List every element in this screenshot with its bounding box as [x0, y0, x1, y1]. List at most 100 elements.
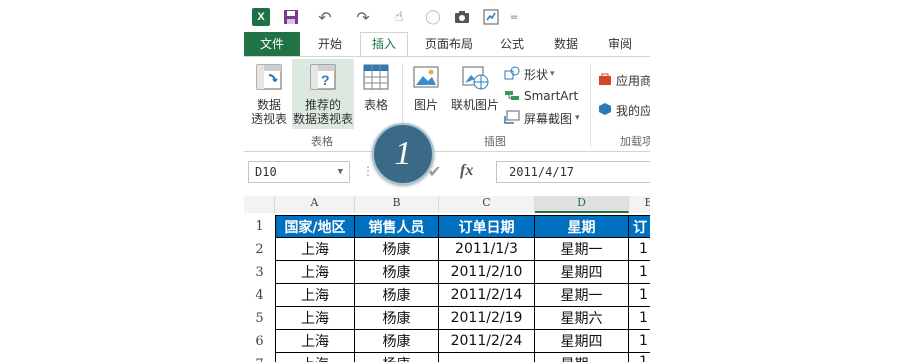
table-cell[interactable]: 星期六: [535, 307, 629, 330]
table-cell[interactable]: 上海: [275, 261, 355, 284]
header-cell-order-date[interactable]: 订单日期: [439, 215, 535, 238]
screenshot-button[interactable]: 屏幕截图 ▾: [504, 109, 580, 127]
table-cell[interactable]: 上海: [275, 284, 355, 307]
redo-icon[interactable]: ↷: [348, 8, 378, 27]
table-cell[interactable]: 星期一: [535, 238, 629, 261]
table-cell[interactable]: 杨康: [355, 353, 439, 362]
formula-bar: D10 ▼ ⋮ ✔ fx 2011/4/17: [244, 160, 650, 188]
table-cell[interactable]: 1: [629, 284, 650, 307]
table-cell[interactable]: 星期一: [535, 284, 629, 307]
column-header-d[interactable]: D: [535, 196, 629, 213]
shapes-button[interactable]: 形状 ▾: [504, 65, 555, 83]
table-cell[interactable]: 上海: [275, 238, 355, 261]
column-header-b[interactable]: B: [355, 196, 439, 213]
ribbon-tabs: 文件 开始 插入 页面布局 公式 数据 审阅: [244, 32, 650, 57]
pivot-table-button[interactable]: 数据 透视表: [248, 63, 290, 126]
pictures-label: 图片: [413, 98, 438, 112]
touch-mode-icon[interactable]: ☝: [384, 8, 414, 26]
undo-icon[interactable]: ↶: [310, 8, 340, 27]
circle-icon[interactable]: ◯: [424, 8, 442, 26]
header-cell-country[interactable]: 国家/地区: [275, 215, 355, 238]
table-cell[interactable]: 1: [629, 238, 650, 261]
table-cell[interactable]: 2011/2/14: [439, 284, 535, 307]
tab-review[interactable]: 审阅: [598, 32, 642, 56]
formula-bar-grip-icon[interactable]: ⋮: [362, 164, 374, 178]
formula-input[interactable]: 2011/4/17: [496, 161, 650, 183]
table-cell[interactable]: 上海: [275, 353, 355, 362]
table-cell[interactable]: 星期四: [535, 261, 629, 284]
excel-window: X ↶ ↷ ☝ ◯ = 文件 开始 插入 页面布局 公式 数据 审阅 数据 透视…: [244, 0, 650, 362]
table-cell[interactable]: 杨康: [355, 238, 439, 261]
table-button[interactable]: 表格: [356, 63, 396, 112]
table-cell[interactable]: 2011/2/24: [439, 330, 535, 353]
name-box[interactable]: D10 ▼: [248, 161, 350, 183]
column-header-c[interactable]: C: [439, 196, 535, 213]
tab-page-layout[interactable]: 页面布局: [416, 32, 482, 56]
smartart-button[interactable]: SmartArt: [504, 87, 578, 105]
tab-formulas[interactable]: 公式: [490, 32, 534, 56]
chevron-down-icon[interactable]: ▼: [338, 162, 343, 182]
table-cell[interactable]: 上海: [275, 307, 355, 330]
table-cell[interactable]: 1: [629, 330, 650, 353]
store-button[interactable]: 应用商店: [598, 71, 650, 89]
recommended-pivot-button[interactable]: ? 推荐的 数据透视表: [292, 59, 354, 129]
table-cell[interactable]: 星期一: [535, 353, 629, 362]
online-picture-icon: [448, 63, 502, 94]
svg-text:?: ?: [321, 72, 330, 88]
table-icon: [356, 63, 396, 94]
header-cell-salesperson[interactable]: 销售人员: [355, 215, 439, 238]
my-apps-button[interactable]: 我的应用: [598, 101, 650, 119]
row-header[interactable]: 4: [244, 284, 275, 307]
online-pictures-button[interactable]: 联机图片: [448, 63, 502, 112]
table-cell[interactable]: 1: [629, 307, 650, 330]
table-cell[interactable]: 杨康: [355, 261, 439, 284]
table-cell[interactable]: 1: [629, 261, 650, 284]
row-header[interactable]: 6: [244, 330, 275, 353]
table-cell[interactable]: 2011/2/10: [439, 261, 535, 284]
recommended-pivot-label-2: 数据透视表: [292, 112, 353, 126]
row-header[interactable]: 7: [244, 353, 275, 362]
pivot-table-label-2: 透视表: [250, 112, 287, 126]
column-header-a[interactable]: A: [275, 196, 355, 213]
header-cell-order[interactable]: 订: [629, 215, 650, 238]
smartart-label: SmartArt: [524, 89, 579, 103]
row-header[interactable]: 5: [244, 307, 275, 330]
table-cell[interactable]: 1: [629, 353, 650, 362]
table-cell[interactable]: [439, 353, 535, 362]
table-label: 表格: [363, 98, 388, 112]
table-cell[interactable]: 杨康: [355, 307, 439, 330]
select-all-corner[interactable]: [244, 196, 275, 213]
customize-qat-icon[interactable]: =: [508, 8, 520, 26]
tab-file[interactable]: 文件: [244, 32, 300, 56]
pictures-button[interactable]: 图片: [408, 63, 444, 112]
screenshot-icon: [504, 110, 520, 127]
form-icon[interactable]: [482, 8, 500, 26]
store-icon: [598, 72, 612, 89]
table-cell[interactable]: 星期四: [535, 330, 629, 353]
row-header[interactable]: 1: [244, 215, 275, 238]
quick-access-toolbar: X ↶ ↷ ☝ ◯ =: [244, 0, 650, 32]
row-header[interactable]: 3: [244, 261, 275, 284]
shapes-label: 形状: [524, 67, 549, 82]
save-icon[interactable]: [282, 8, 300, 26]
smartart-icon: [504, 88, 520, 105]
my-apps-icon: [598, 102, 612, 119]
tab-data[interactable]: 数据: [544, 32, 588, 56]
table-cell[interactable]: 2011/1/3: [439, 238, 535, 261]
worksheet-grid[interactable]: A B C D E 1 2 3 4 5 6 7 国家/地区 销售人员 订单日期 …: [244, 196, 650, 362]
chevron-down-icon: ▾: [550, 69, 555, 79]
recommended-pivot-icon: ?: [292, 63, 354, 94]
camera-icon[interactable]: [452, 8, 472, 26]
table-cell[interactable]: 杨康: [355, 330, 439, 353]
column-header-e[interactable]: E: [629, 196, 650, 213]
table-cell[interactable]: 2011/2/19: [439, 307, 535, 330]
tab-insert[interactable]: 插入: [360, 32, 408, 57]
screenshot-label: 屏幕截图: [524, 111, 573, 126]
tab-home[interactable]: 开始: [308, 32, 352, 56]
table-cell[interactable]: 杨康: [355, 284, 439, 307]
step-callout-badge: 1: [372, 123, 434, 185]
row-header[interactable]: 2: [244, 238, 275, 261]
header-cell-weekday[interactable]: 星期: [535, 215, 629, 238]
insert-function-button[interactable]: fx: [460, 162, 473, 180]
table-cell[interactable]: 上海: [275, 330, 355, 353]
